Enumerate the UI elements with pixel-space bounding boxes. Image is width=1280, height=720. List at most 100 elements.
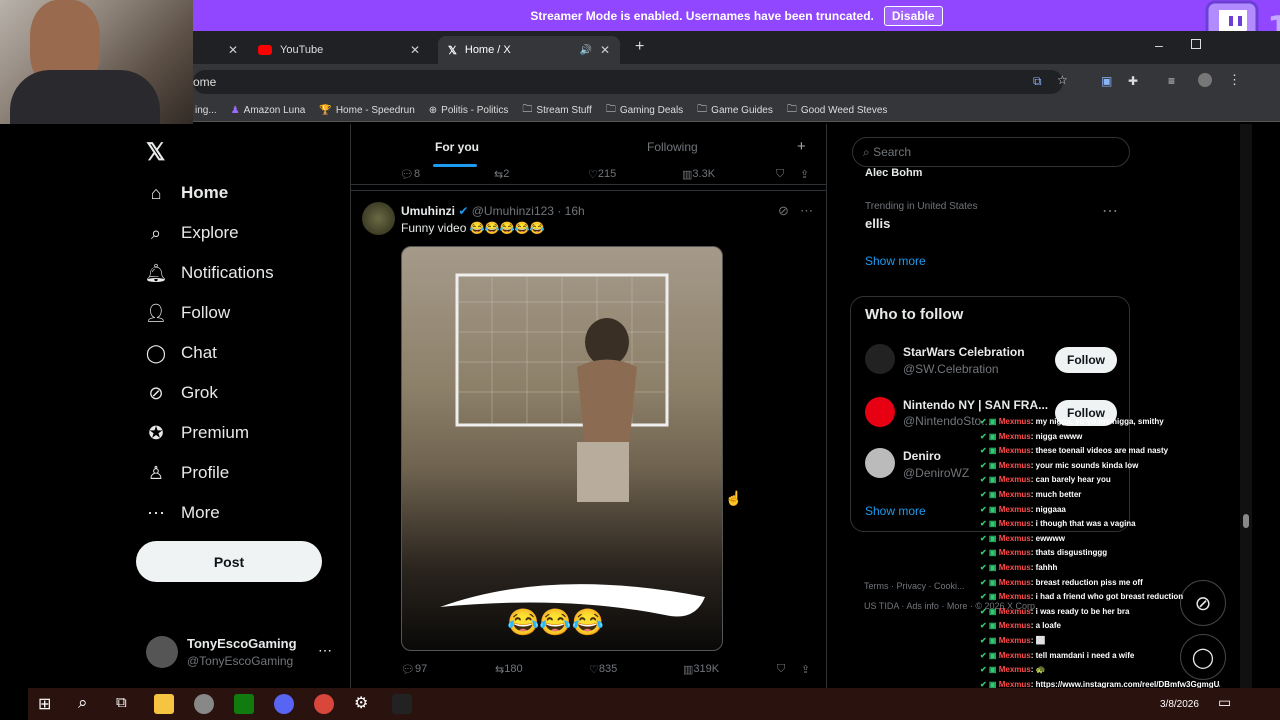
suggestion-avatar[interactable]: [865, 344, 895, 374]
trend-name[interactable]: ellis: [865, 216, 890, 231]
bookmark-item[interactable]: ing...: [195, 105, 217, 116]
share-icon[interactable]: ⇪: [800, 168, 809, 181]
bookmark-politics[interactable]: ⊕ Politis - Politics: [429, 105, 509, 116]
nav-home[interactable]: ⌂ Home: [145, 182, 229, 204]
epic-games-icon[interactable]: [392, 694, 412, 714]
grok-tweet-icon[interactable]: ⊘: [778, 203, 789, 219]
nav-grok[interactable]: ⊘ Grok: [145, 382, 217, 404]
post-button[interactable]: Post: [136, 541, 322, 582]
search-input[interactable]: ⌕ Search: [852, 137, 1130, 167]
nav-notifications[interactable]: 🔔︎ Notifications: [145, 262, 274, 284]
views-count[interactable]: ▥ 319K: [683, 663, 719, 676]
chat-badge-icon: ✔ ▣: [980, 621, 999, 631]
bookmark-speedrun[interactable]: 🏆 Home - Speedrun: [319, 105, 414, 116]
taskbar-date: 3/8/2026: [1160, 699, 1199, 710]
nav-profile[interactable]: ♙ Profile: [145, 462, 229, 484]
tab-for-you[interactable]: For you: [435, 140, 479, 154]
suggestion-name[interactable]: Deniro: [903, 449, 941, 463]
nav-premium[interactable]: ✪ Premium: [145, 422, 249, 444]
views-count[interactable]: ▥ 3.3K: [682, 168, 715, 181]
bookmark-good-weed-steves[interactable]: 🗀 Good Weed Steves: [787, 102, 888, 119]
reply-button[interactable]: 💬︎ 8: [400, 168, 420, 181]
share-icon[interactable]: ⇪: [801, 663, 810, 676]
puzzle-icon[interactable]: ✚: [1128, 74, 1138, 88]
trend-more-icon[interactable]: ⋯: [1102, 201, 1118, 221]
discord-icon[interactable]: [274, 694, 294, 714]
task-view-icon[interactable]: ⧉: [116, 694, 127, 711]
chat-text: : i had a friend who got breast reductio…: [1030, 592, 1184, 602]
chat-badge-icon: ✔ ▣: [980, 562, 999, 572]
tweet-text: Funny video 😂😂😂😂😂: [401, 221, 545, 235]
suggestion-avatar[interactable]: [865, 448, 895, 478]
tab-following[interactable]: Following: [647, 140, 698, 154]
left-sidebar: 𝕏 ⌂ Home ⌕ Explore 🔔︎ Notifications 👤︎ Follo…: [0, 124, 350, 688]
chrome-icon[interactable]: [314, 694, 334, 714]
page-scrollbar[interactable]: [1240, 124, 1252, 688]
new-tab-icon[interactable]: +: [635, 38, 644, 56]
retweet-button[interactable]: ⇆ 180: [495, 663, 523, 676]
bookmark-gaming-deals[interactable]: 🗀 Gaming Deals: [606, 102, 683, 119]
stream-chat-overlay: ✔ ▣ Mexmus: my nigga, yo yo my nigga, sm…: [980, 415, 1220, 720]
install-icon[interactable]: ⧉: [1033, 74, 1042, 89]
tweet-avatar[interactable]: [362, 202, 395, 235]
speaker-icon[interactable]: 🔊: [579, 45, 591, 56]
close-tab-icon[interactable]: ✕: [228, 43, 238, 57]
tab-home-x[interactable]: 𝕏 Home / X 🔊 ✕: [438, 36, 620, 64]
profile-avatar[interactable]: [1198, 73, 1212, 87]
nav-follow[interactable]: 👤︎ Follow: [145, 302, 231, 324]
bookmark-amazon-luna[interactable]: ♟ Amazon Luna: [231, 105, 306, 116]
windows-start-icon[interactable]: ⊞: [38, 694, 51, 714]
suggestion-name[interactable]: StarWars Celebration: [903, 345, 1025, 359]
nav-chat[interactable]: ◯ Chat: [145, 342, 217, 364]
tab-youtube[interactable]: YouTube ✕: [248, 36, 430, 64]
notification-icon[interactable]: ▭: [1218, 694, 1231, 711]
nav-more[interactable]: ⋯ More: [145, 502, 220, 524]
account-menu-icon[interactable]: ⋯: [318, 642, 332, 659]
bookmark-star-icon[interactable]: ☆: [1057, 73, 1068, 87]
obs-icon[interactable]: [194, 694, 214, 714]
chat-username: Mexmus: [998, 606, 1031, 616]
like-button[interactable]: ♡ 835: [589, 663, 617, 676]
xbox-icon[interactable]: [234, 694, 254, 714]
scrollbar-thumb[interactable]: [1243, 514, 1249, 528]
extension-icon[interactable]: ▣: [1101, 74, 1112, 88]
tweet-author[interactable]: Umuhinzi: [401, 204, 455, 218]
media-icon[interactable]: ≡: [1168, 74, 1175, 88]
suggestion-avatar[interactable]: [865, 397, 895, 427]
chat-badge-icon: ✔ ▣: [980, 489, 999, 499]
bookmark-icon[interactable]: ⛉: [776, 168, 784, 181]
tweet-video[interactable]: 😂😂😂: [401, 246, 723, 651]
reply-button[interactable]: 💬︎ 97: [401, 663, 427, 676]
minimize-icon[interactable]: –: [1155, 37, 1163, 53]
tab-partial[interactable]: ✕: [193, 36, 248, 64]
video-emoji-caption: 😂😂😂: [507, 607, 605, 637]
settings-icon[interactable]: ⚙: [354, 693, 368, 713]
account-avatar[interactable]: [146, 636, 178, 668]
like-button[interactable]: ♡ 215: [588, 168, 616, 181]
nav-explore[interactable]: ⌕ Explore: [145, 222, 239, 244]
footer-links[interactable]: Terms · Privacy · Cooki...: [864, 581, 965, 591]
bookmark-game-guides[interactable]: 🗀 Game Guides: [697, 102, 773, 119]
search-icon[interactable]: ⌕: [78, 693, 88, 713]
address-bar[interactable]: ome ⧉ ☆: [193, 70, 1068, 94]
close-tab-icon[interactable]: ✕: [600, 43, 610, 57]
trend-top[interactable]: Alec Bohm: [865, 167, 922, 179]
file-explorer-icon[interactable]: [154, 694, 174, 714]
bookmark-icon[interactable]: ⛉: [777, 663, 785, 676]
maximize-icon[interactable]: [1191, 39, 1201, 49]
show-more-trends[interactable]: Show more: [865, 254, 926, 268]
follow-button[interactable]: Follow: [1055, 347, 1117, 373]
bookmark-stream-stuff[interactable]: 🗀 Stream Stuff: [522, 102, 591, 119]
retweet-button[interactable]: ⇆ 2: [494, 168, 509, 181]
chat-message: ✔ ▣ Mexmus: niggaaa: [980, 503, 1220, 518]
suggestion-name[interactable]: Nintendo NY | SAN FRA...: [903, 398, 1048, 412]
close-tab-icon[interactable]: ✕: [410, 43, 420, 57]
menu-kebab-icon[interactable]: ⋮: [1228, 72, 1241, 88]
disable-streamer-mode-button[interactable]: Disable: [883, 5, 943, 26]
tweet-handle[interactable]: @Umuhinzi123: [472, 204, 554, 218]
chat-text: : ewwww: [1030, 533, 1065, 543]
tweet-more-icon[interactable]: ⋯: [800, 203, 813, 219]
show-more-suggestions[interactable]: Show more: [865, 504, 926, 518]
x-logo-icon[interactable]: 𝕏: [146, 138, 165, 167]
add-feed-icon[interactable]: +: [797, 138, 806, 155]
